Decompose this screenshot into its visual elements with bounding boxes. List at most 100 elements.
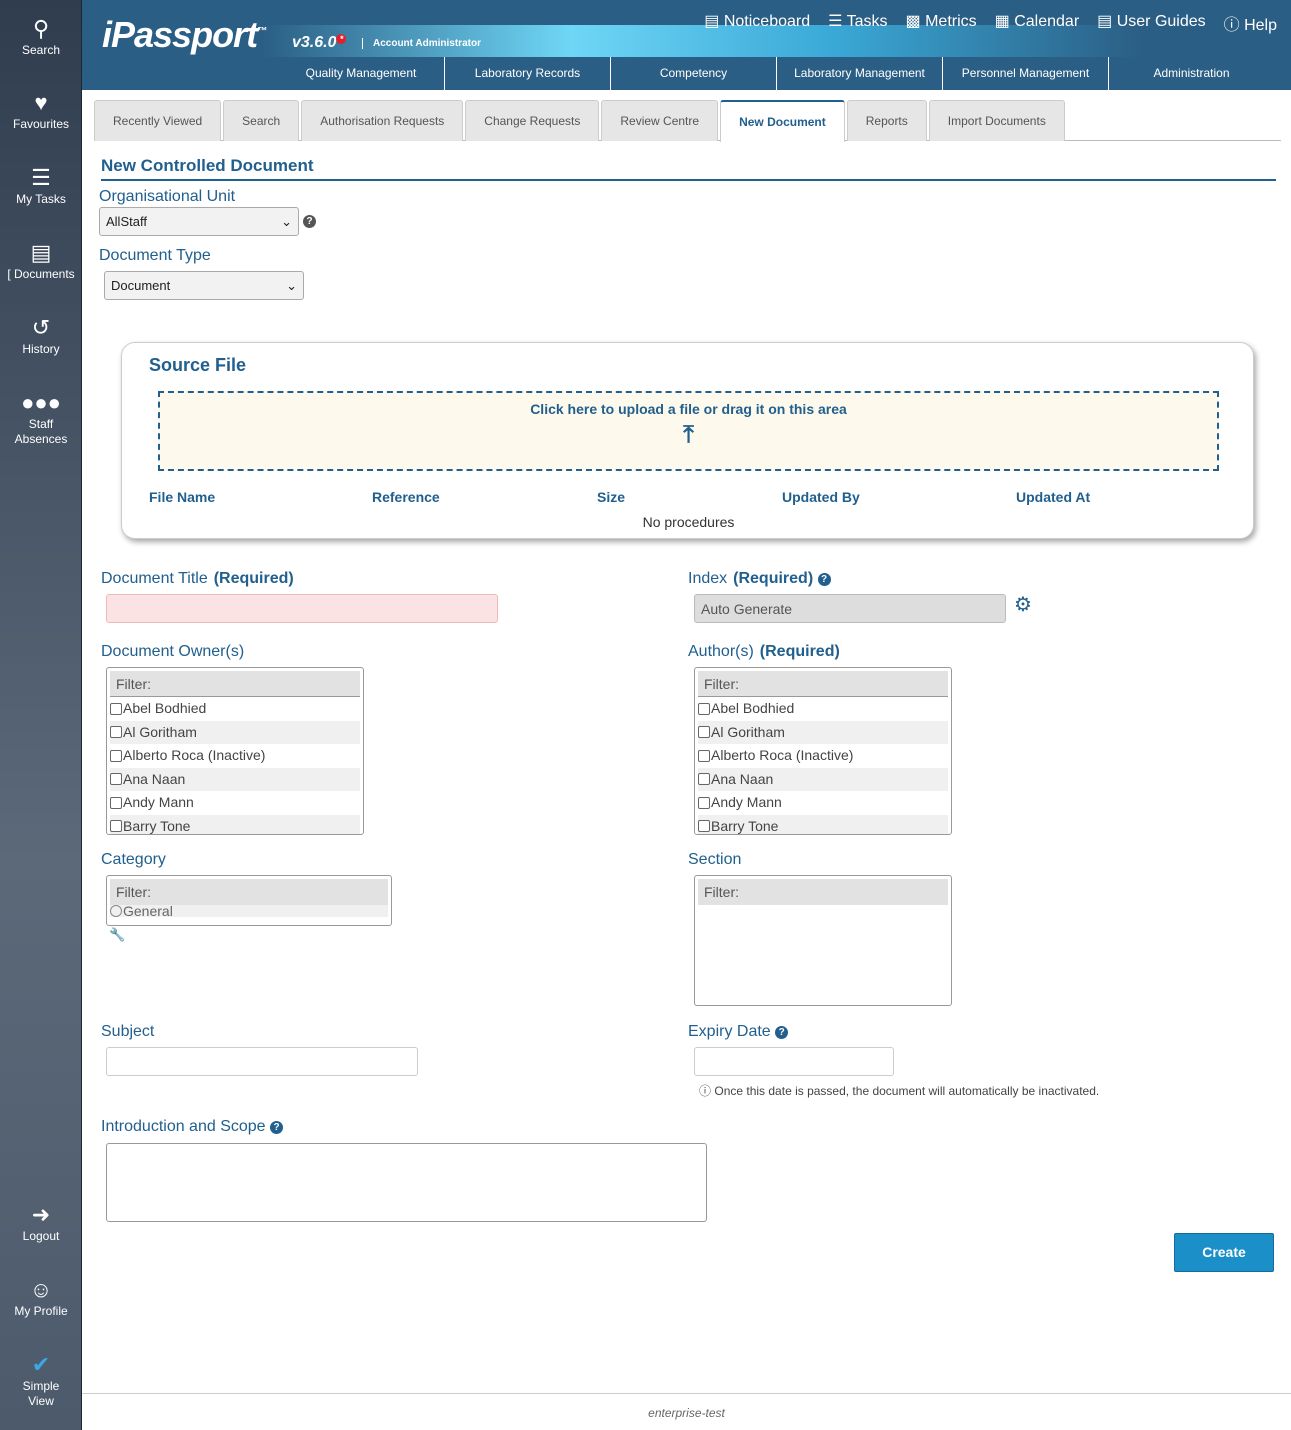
owners-option[interactable]: Ana Naan	[110, 767, 360, 791]
help-icon[interactable]: ?	[303, 215, 316, 228]
sidebar-item-staff-absences[interactable]: ●●● Staff Absences	[0, 390, 82, 447]
section-filter[interactable]: Filter:	[698, 879, 948, 905]
org-unit-select[interactable]: AllStaff ⌄	[99, 207, 299, 236]
header: iPassport™ v3.6.0 * Account Administrator…	[82, 0, 1291, 90]
tab-search[interactable]: Search	[223, 100, 300, 141]
authors-option[interactable]: Abel Bodhied	[698, 697, 948, 721]
doc-type-label: Document Type	[99, 247, 211, 264]
nav-administration[interactable]: Administration	[1108, 57, 1274, 90]
tab-new-document[interactable]: New Document	[720, 100, 845, 142]
book-icon: ▤	[30, 240, 52, 265]
col-reference: Reference	[372, 489, 440, 505]
sidebar-item-history[interactable]: ↺ History	[0, 315, 82, 357]
tab-review-centre[interactable]: Review Centre	[601, 100, 719, 141]
doc-type-select[interactable]: Document ⌄	[104, 271, 304, 300]
heart-icon: ♥	[34, 90, 48, 115]
sidebar-item-simple-view[interactable]: ✔ Simple View	[0, 1352, 82, 1409]
owners-filter[interactable]: Filter:	[110, 671, 360, 697]
metrics-link[interactable]: ▩ Metrics	[906, 11, 977, 35]
checkbox[interactable]	[698, 702, 710, 715]
option-label: Al Goritham	[711, 723, 785, 740]
doc-title-label: Document Title (Required)	[101, 570, 294, 587]
checkbox[interactable]	[110, 749, 122, 762]
tab-reports[interactable]: Reports	[846, 100, 927, 141]
create-button[interactable]: Create	[1174, 1233, 1274, 1272]
chevron-down-icon: ⌄	[281, 213, 292, 229]
owners-option[interactable]: Al Goritham	[110, 720, 360, 744]
checkbox[interactable]	[110, 773, 122, 786]
nav-laboratory-management[interactable]: Laboratory Management	[776, 57, 942, 90]
owners-option[interactable]: Andy Mann	[110, 791, 360, 815]
tab-authorisation-requests[interactable]: Authorisation Requests	[301, 100, 464, 141]
checkbox[interactable]	[698, 726, 710, 739]
intro-textarea[interactable]	[106, 1143, 707, 1222]
nav-quality-management[interactable]: Quality Management	[278, 57, 444, 90]
category-option[interactable]: General	[110, 905, 388, 917]
option-label: Barry Tone	[711, 817, 779, 834]
authors-option[interactable]: Alberto Roca (Inactive)	[698, 744, 948, 768]
index-input[interactable]: Auto Generate	[694, 594, 1006, 623]
checkbox[interactable]	[110, 702, 122, 715]
expiry-date-input[interactable]	[694, 1047, 894, 1076]
help-icon[interactable]: ?	[775, 1026, 789, 1039]
sidebar-item-my-profile[interactable]: ☺ My Profile	[0, 1277, 82, 1319]
category-filter[interactable]: Filter:	[110, 879, 388, 905]
subject-input[interactable]	[106, 1047, 418, 1076]
owners-label: Document Owner(s)	[101, 643, 245, 660]
sidebar-item-documents[interactable]: ▤[ Documents	[0, 240, 82, 282]
owners-option[interactable]: Barry Tone	[110, 814, 360, 834]
tab-change-requests[interactable]: Change Requests	[465, 100, 600, 141]
sidebar-item-logout[interactable]: ➜ Logout	[0, 1202, 82, 1244]
option-label: Barry Tone	[123, 817, 191, 834]
section-multiselect: Filter:	[694, 875, 952, 1006]
help-link[interactable]: ⓘ Help	[1224, 11, 1277, 35]
nav-competency[interactable]: Competency	[610, 57, 776, 90]
checkbox[interactable]	[698, 773, 710, 786]
user-icon: ☺	[29, 1277, 53, 1302]
sidebar-item-search[interactable]: ⚲ Search	[0, 16, 82, 58]
col-updated-at: Updated At	[1016, 489, 1091, 505]
option-label: Alberto Roca (Inactive)	[711, 747, 854, 763]
authors-option[interactable]: Barry Tone	[698, 814, 948, 834]
user-guides-link[interactable]: ▤ User Guides	[1097, 11, 1205, 35]
authors-filter[interactable]: Filter:	[698, 671, 948, 697]
info-icon: ⓘ	[699, 1084, 712, 1098]
category-multiselect: Filter: General	[106, 875, 392, 926]
sidebar-item-my-tasks[interactable]: ☰ My Tasks	[0, 165, 82, 207]
authors-option[interactable]: Al Goritham	[698, 720, 948, 744]
tab-recently-viewed[interactable]: Recently Viewed	[94, 100, 222, 141]
noticeboard-link[interactable]: ▤ Noticeboard	[704, 11, 810, 35]
nav-personnel-management[interactable]: Personnel Management	[942, 57, 1108, 90]
owners-option[interactable]: Abel Bodhied	[110, 697, 360, 721]
checkbox[interactable]	[110, 820, 122, 833]
checkbox[interactable]	[698, 796, 710, 809]
logo[interactable]: iPassport™	[102, 14, 267, 56]
checkbox[interactable]	[110, 726, 122, 739]
option-label: Alberto Roca (Inactive)	[123, 747, 266, 763]
owners-multiselect: Filter: Abel Bodhied Al Goritham Alberto R…	[106, 667, 364, 835]
main-nav: Quality Management Laboratory Records Co…	[278, 57, 1274, 90]
tasks-link[interactable]: ☰ Tasks	[828, 11, 887, 35]
tab-import-documents[interactable]: Import Documents	[928, 100, 1065, 141]
help-icon[interactable]: ?	[270, 1121, 284, 1134]
owners-option[interactable]: Alberto Roca (Inactive)	[110, 744, 360, 768]
subject-label: Subject	[101, 1023, 155, 1040]
gear-icon[interactable]: ⚙	[1014, 592, 1032, 617]
checkbox[interactable]	[698, 820, 710, 833]
search-icon: ⚲	[32, 16, 50, 41]
calendar-link[interactable]: ▦ Calendar	[995, 11, 1080, 35]
user-role: Account Administrator	[362, 38, 481, 49]
radio[interactable]	[110, 905, 122, 917]
authors-option[interactable]: Ana Naan	[698, 767, 948, 791]
help-icon[interactable]: ?	[817, 573, 831, 586]
doc-title-input[interactable]	[106, 594, 498, 623]
org-unit-label: Organisational Unit	[99, 188, 236, 205]
checkbox[interactable]	[110, 796, 122, 809]
sidebar-item-favourites[interactable]: ♥ Favourites	[0, 90, 82, 132]
authors-option[interactable]: Andy Mann	[698, 791, 948, 815]
wrench-icon[interactable]: 🔧	[109, 927, 125, 943]
sidebar: ⚲ Search ♥ Favourites ☰ My Tasks ▤[ Documen…	[0, 0, 82, 1430]
checkbox[interactable]	[698, 749, 710, 762]
nav-laboratory-records[interactable]: Laboratory Records	[444, 57, 610, 90]
upload-dropzone[interactable]: Click here to upload a file or drag it o…	[158, 391, 1219, 471]
